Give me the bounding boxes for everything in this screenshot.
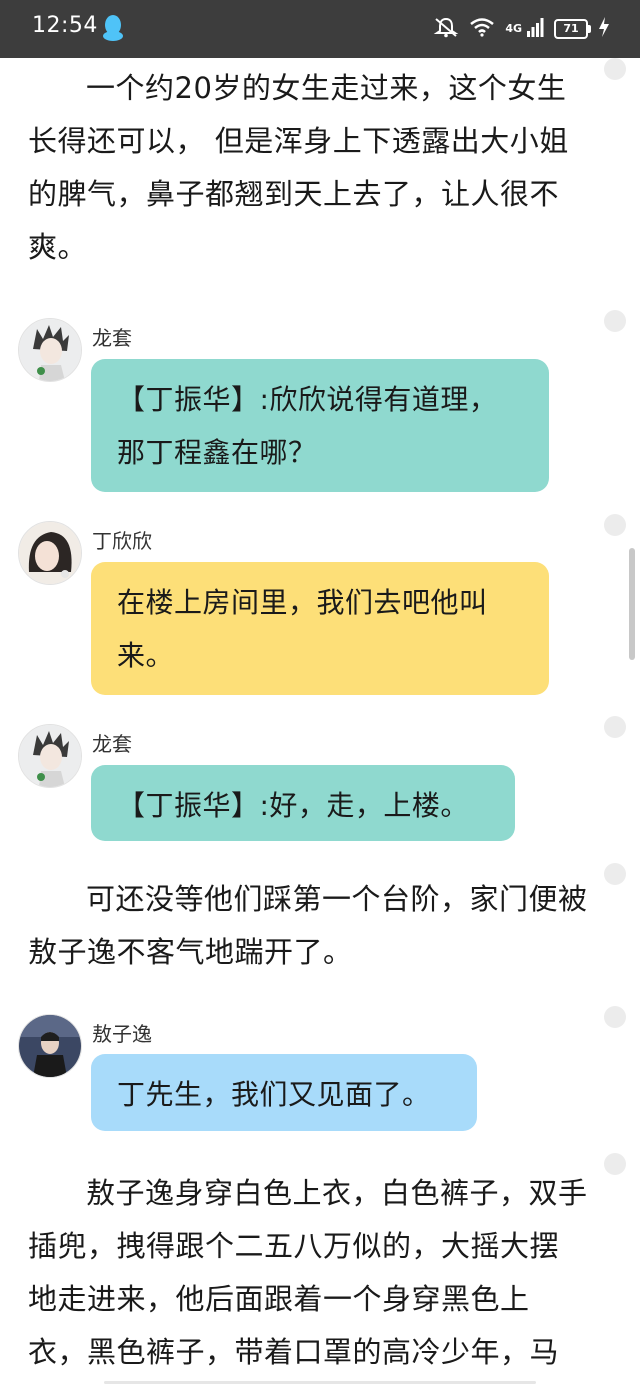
status-time: 12:54 xyxy=(32,13,98,38)
speaker-name: 敖子逸 xyxy=(92,1022,152,1046)
story-paragraph: 一个约20岁的女生走过来，这个女生长得还可以， 但是浑身上下透露出大小姐的脾气，… xyxy=(28,71,569,264)
chat-bubble: 【丁振华】:好，走，上楼。 xyxy=(91,765,515,841)
chat-bubble: 丁先生，我们又见面了。 xyxy=(91,1054,477,1131)
chat-bubble: 【丁振华】:欣欣说得有道理，那丁程鑫在哪？ xyxy=(91,359,549,492)
network-type: 4G xyxy=(505,22,522,35)
charging-icon xyxy=(598,16,610,42)
mute-bell-icon xyxy=(433,16,459,42)
story-paragraph: 可还没等他们踩第一个台阶，家门便被敖子逸不客气地踹开了。 xyxy=(28,882,588,969)
battery-level: 71 xyxy=(554,19,591,39)
speaker-name: 丁欣欣 xyxy=(92,529,152,553)
paragraph-comment-dot[interactable] xyxy=(604,1006,626,1028)
story-paragraph: 敖子逸身穿白色上衣，白色裤子，双手插兜，拽得跟个二五八万似的，大摇大摆地走进来，… xyxy=(28,1176,588,1369)
speaker-name: 龙套 xyxy=(92,732,132,756)
status-icons: 4G 71 xyxy=(433,14,610,44)
paragraph-comment-dot[interactable] xyxy=(604,58,626,80)
qq-icon xyxy=(102,14,124,42)
paragraph-comment-dot[interactable] xyxy=(604,716,626,738)
scrollbar[interactable] xyxy=(629,548,635,660)
avatar[interactable] xyxy=(18,1014,82,1078)
avatar[interactable] xyxy=(18,521,82,585)
signal-icon xyxy=(526,17,544,41)
avatar[interactable] xyxy=(18,318,82,382)
status-bar: 12:54 4G 71 xyxy=(0,0,640,58)
paragraph-comment-dot[interactable] xyxy=(604,863,626,885)
paragraph-comment-dot[interactable] xyxy=(604,310,626,332)
avatar[interactable] xyxy=(18,724,82,788)
wifi-icon xyxy=(469,17,495,41)
chat-bubble: 在楼上房间里，我们去吧他叫来。 xyxy=(91,562,549,695)
paragraph-comment-dot[interactable] xyxy=(604,1153,626,1175)
speaker-name: 龙套 xyxy=(92,326,132,350)
paragraph-comment-dot[interactable] xyxy=(604,514,626,536)
home-indicator xyxy=(104,1381,536,1384)
story-content[interactable]: 一个约20岁的女生走过来，这个女生长得还可以， 但是浑身上下透露出大小姐的脾气，… xyxy=(0,58,640,1387)
